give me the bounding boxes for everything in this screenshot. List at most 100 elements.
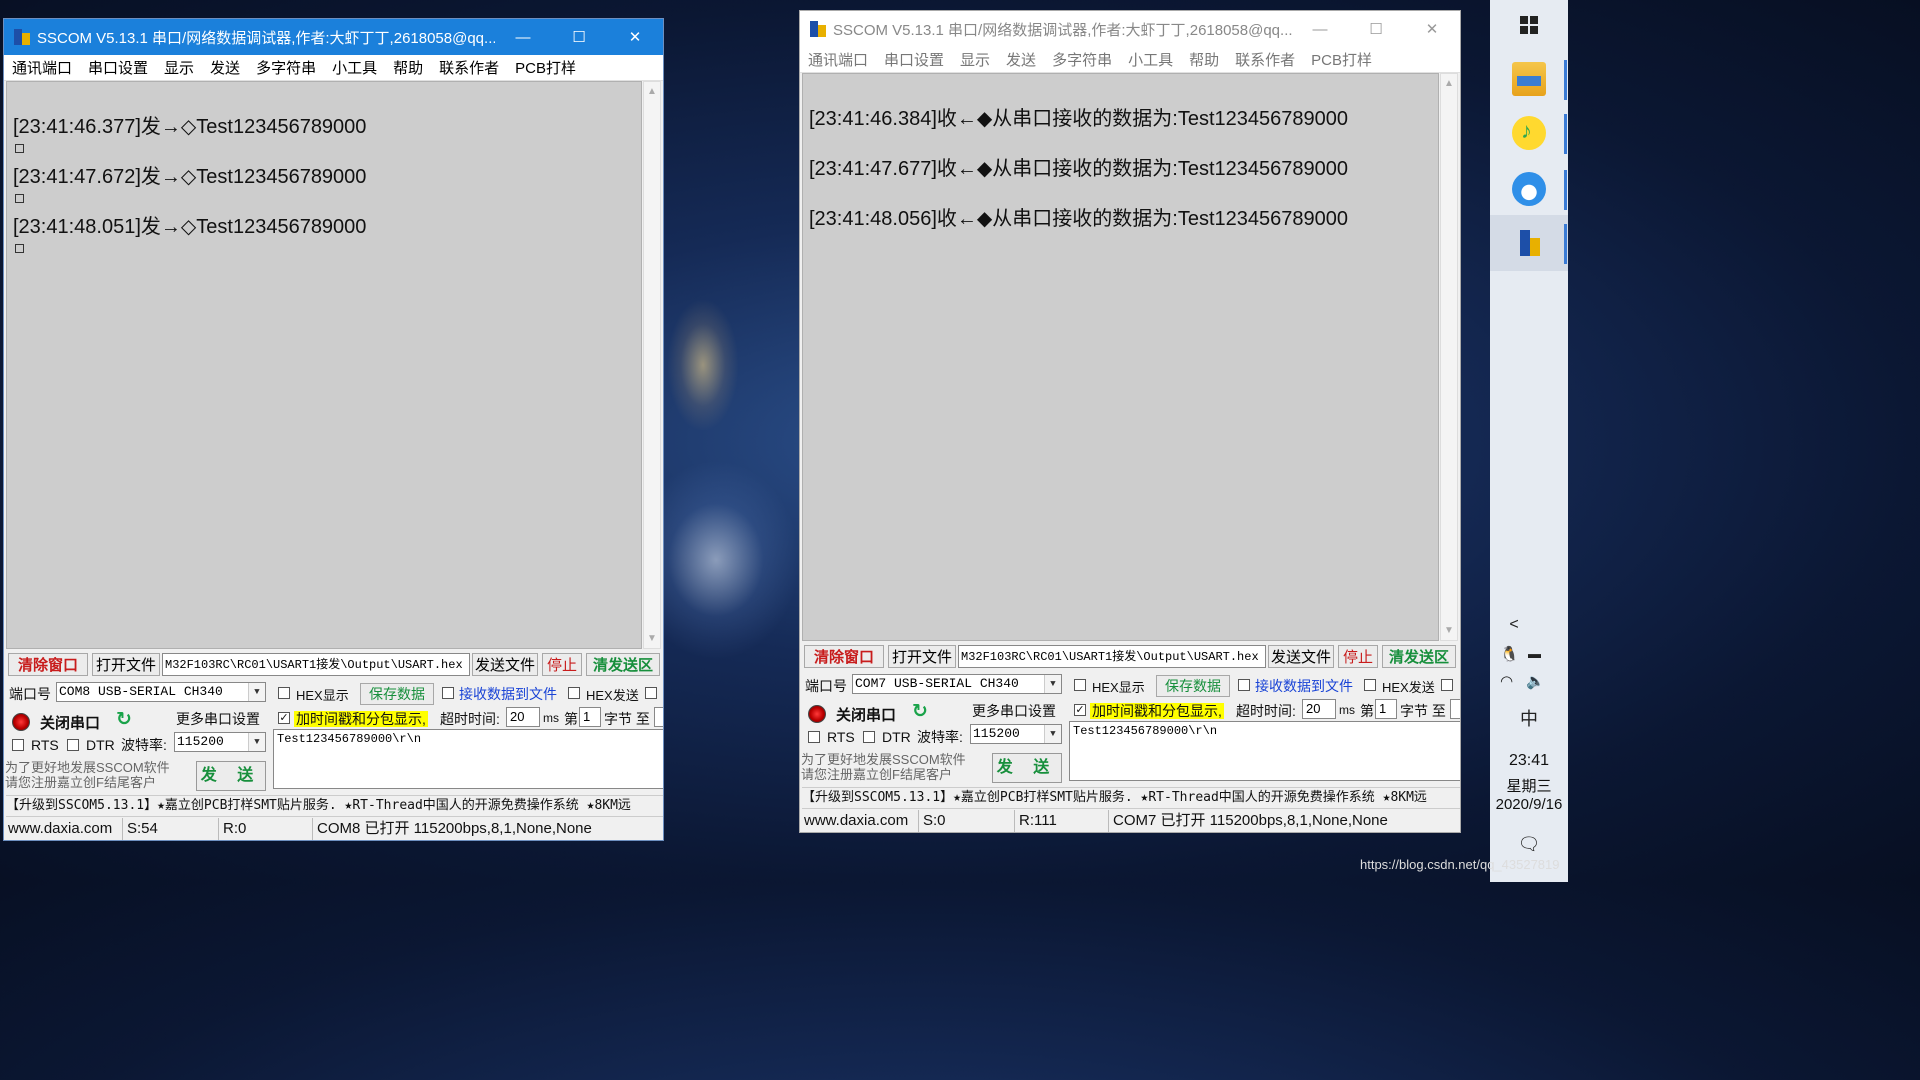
send-file-button[interactable]: 发送文件 (1268, 645, 1334, 668)
scroll-up-icon[interactable]: ▲ (1441, 78, 1457, 89)
menu-comm-port[interactable]: 通讯端口 (800, 49, 876, 70)
send-input[interactable]: Test123456789000\r\n (273, 729, 663, 789)
menu-contact-author[interactable]: 联系作者 (431, 57, 507, 78)
scroll-up-icon[interactable]: ▲ (644, 86, 660, 97)
chevron-left-icon[interactable]: < (1504, 616, 1524, 634)
close-button[interactable]: ✕ (607, 28, 663, 46)
clear-send-button[interactable]: 清发送区 (1382, 645, 1456, 668)
dtr-checkbox[interactable] (67, 739, 79, 751)
file-path-field[interactable]: M32F103RC\RC01\USART1接发\Output\USART.hex (958, 645, 1266, 668)
extra-checkbox[interactable] (1441, 679, 1453, 691)
status-site[interactable]: www.daxia.com (4, 818, 120, 840)
menu-multi-string[interactable]: 多字符串 (248, 57, 324, 78)
volume-icon[interactable]: 🔈 (1526, 672, 1545, 690)
save-data-button[interactable]: 保存数据 (1156, 675, 1230, 697)
hex-send-checkbox[interactable] (568, 687, 580, 699)
hex-display-checkbox[interactable] (278, 687, 290, 699)
baud-select[interactable]: 115200 ▼ (174, 732, 266, 752)
menu-display[interactable]: 显示 (156, 57, 202, 78)
menu-send[interactable]: 发送 (998, 49, 1044, 70)
stop-button[interactable]: 停止 (1338, 645, 1378, 668)
scroll-down-icon[interactable]: ▼ (644, 633, 660, 644)
clear-send-button[interactable]: 清发送区 (586, 653, 660, 676)
rts-checkbox[interactable] (12, 739, 24, 751)
baud-select[interactable]: 115200 ▼ (970, 724, 1062, 744)
port-select[interactable]: COM8 USB-SERIAL CH340 ▼ (56, 682, 266, 702)
menu-pcb[interactable]: PCB打样 (507, 57, 584, 78)
more-settings-button[interactable]: 更多串口设置 (972, 701, 1056, 721)
clear-window-button[interactable]: 清除窗口 (8, 653, 88, 676)
file-explorer-icon[interactable] (1512, 62, 1546, 96)
maximize-button[interactable]: ☐ (1348, 20, 1404, 38)
stop-button[interactable]: 停止 (542, 653, 582, 676)
wifi-icon[interactable]: ◠ (1500, 672, 1513, 690)
extra-checkbox[interactable] (645, 687, 657, 699)
save-data-button[interactable]: 保存数据 (360, 683, 434, 705)
menu-pcb[interactable]: PCB打样 (1303, 49, 1380, 70)
clock-time[interactable]: 23:41 (1490, 752, 1568, 770)
nth-byte-input[interactable]: 1 (579, 707, 601, 727)
refresh-icon[interactable]: ↻ (116, 708, 132, 731)
close-button[interactable]: ✕ (1404, 20, 1460, 38)
qq-icon[interactable]: 🐧 (1500, 645, 1519, 663)
recv-to-file-checkbox[interactable] (442, 687, 454, 699)
browser-icon[interactable] (1512, 172, 1546, 206)
chevron-down-icon[interactable]: ▼ (1044, 725, 1061, 743)
open-file-button[interactable]: 打开文件 (888, 645, 956, 668)
menu-serial-settings[interactable]: 串口设置 (876, 49, 952, 70)
windows-start-icon[interactable] (1520, 16, 1538, 34)
send-button[interactable]: 发 送 (992, 753, 1062, 783)
vertical-scrollbar[interactable]: ▲ ▼ (1440, 73, 1458, 641)
chevron-down-icon[interactable]: ▼ (248, 683, 265, 701)
vertical-scrollbar[interactable]: ▲ ▼ (643, 81, 661, 649)
rts-checkbox[interactable] (808, 731, 820, 743)
ad-banner[interactable]: 【升级到SSCOM5.13.1】★嘉立创PCB打样SMT贴片服务. ★RT-Th… (6, 795, 663, 817)
dtr-checkbox[interactable] (863, 731, 875, 743)
refresh-icon[interactable]: ↻ (912, 700, 928, 723)
ime-indicator[interactable]: 中 (1490, 705, 1568, 731)
receive-area[interactable]: [23:41:46.377]发→◇Test123456789000 [23:41… (6, 81, 642, 649)
chevron-down-icon[interactable]: ▼ (1044, 675, 1061, 693)
minimize-button[interactable]: — (495, 29, 551, 46)
clear-window-button[interactable]: 清除窗口 (804, 645, 884, 668)
maximize-button[interactable]: ☐ (551, 28, 607, 46)
close-port-button[interactable]: 关闭串口 (836, 704, 896, 725)
menu-comm-port[interactable]: 通讯端口 (4, 57, 80, 78)
menu-send[interactable]: 发送 (202, 57, 248, 78)
more-settings-button[interactable]: 更多串口设置 (176, 709, 260, 729)
menu-help[interactable]: 帮助 (1181, 49, 1227, 70)
menu-display[interactable]: 显示 (952, 49, 998, 70)
timeout-input[interactable]: 20 (506, 707, 540, 727)
menu-tools[interactable]: 小工具 (324, 57, 385, 78)
music-app-icon[interactable] (1512, 116, 1546, 150)
send-input[interactable]: Test123456789000\r\n (1069, 721, 1460, 781)
title-bar[interactable]: SSCOM V5.13.1 串口/网络数据调试器,作者:大虾丁丁,2618058… (800, 11, 1460, 47)
menu-tools[interactable]: 小工具 (1120, 49, 1181, 70)
receive-area[interactable]: [23:41:46.384]收←◆从串口接收的数据为:Test123456789… (802, 73, 1439, 641)
close-port-button[interactable]: 关闭串口 (40, 712, 100, 733)
port-select[interactable]: COM7 USB-SERIAL CH340 ▼ (852, 674, 1062, 694)
nth-byte-input[interactable]: 1 (1375, 699, 1397, 719)
hex-display-checkbox[interactable] (1074, 679, 1086, 691)
notification-icon[interactable]: 🗨 (1516, 834, 1542, 855)
battery-icon[interactable]: ▬ (1528, 646, 1541, 661)
byte-end-input[interactable] (1450, 699, 1460, 719)
title-bar[interactable]: SSCOM V5.13.1 串口/网络数据调试器,作者:大虾丁丁,2618058… (4, 19, 663, 55)
send-button[interactable]: 发 送 (196, 761, 266, 791)
sscom-window-receiver[interactable]: SSCOM V5.13.1 串口/网络数据调试器,作者:大虾丁丁,2618058… (799, 10, 1461, 833)
chevron-down-icon[interactable]: ▼ (248, 733, 265, 751)
timestamp-checkbox[interactable]: ✓ (278, 712, 290, 724)
status-site[interactable]: www.daxia.com (800, 810, 916, 832)
menu-help[interactable]: 帮助 (385, 57, 431, 78)
recv-to-file-checkbox[interactable] (1238, 679, 1250, 691)
scroll-down-icon[interactable]: ▼ (1441, 625, 1457, 636)
file-path-field[interactable]: M32F103RC\RC01\USART1接发\Output\USART.hex (162, 653, 470, 676)
send-file-button[interactable]: 发送文件 (472, 653, 538, 676)
ad-banner[interactable]: 【升级到SSCOM5.13.1】★嘉立创PCB打样SMT贴片服务. ★RT-Th… (802, 787, 1460, 809)
byte-end-input[interactable] (654, 707, 663, 727)
menu-contact-author[interactable]: 联系作者 (1227, 49, 1303, 70)
timestamp-checkbox[interactable]: ✓ (1074, 704, 1086, 716)
minimize-button[interactable]: — (1292, 21, 1348, 38)
timeout-input[interactable]: 20 (1302, 699, 1336, 719)
open-file-button[interactable]: 打开文件 (92, 653, 160, 676)
